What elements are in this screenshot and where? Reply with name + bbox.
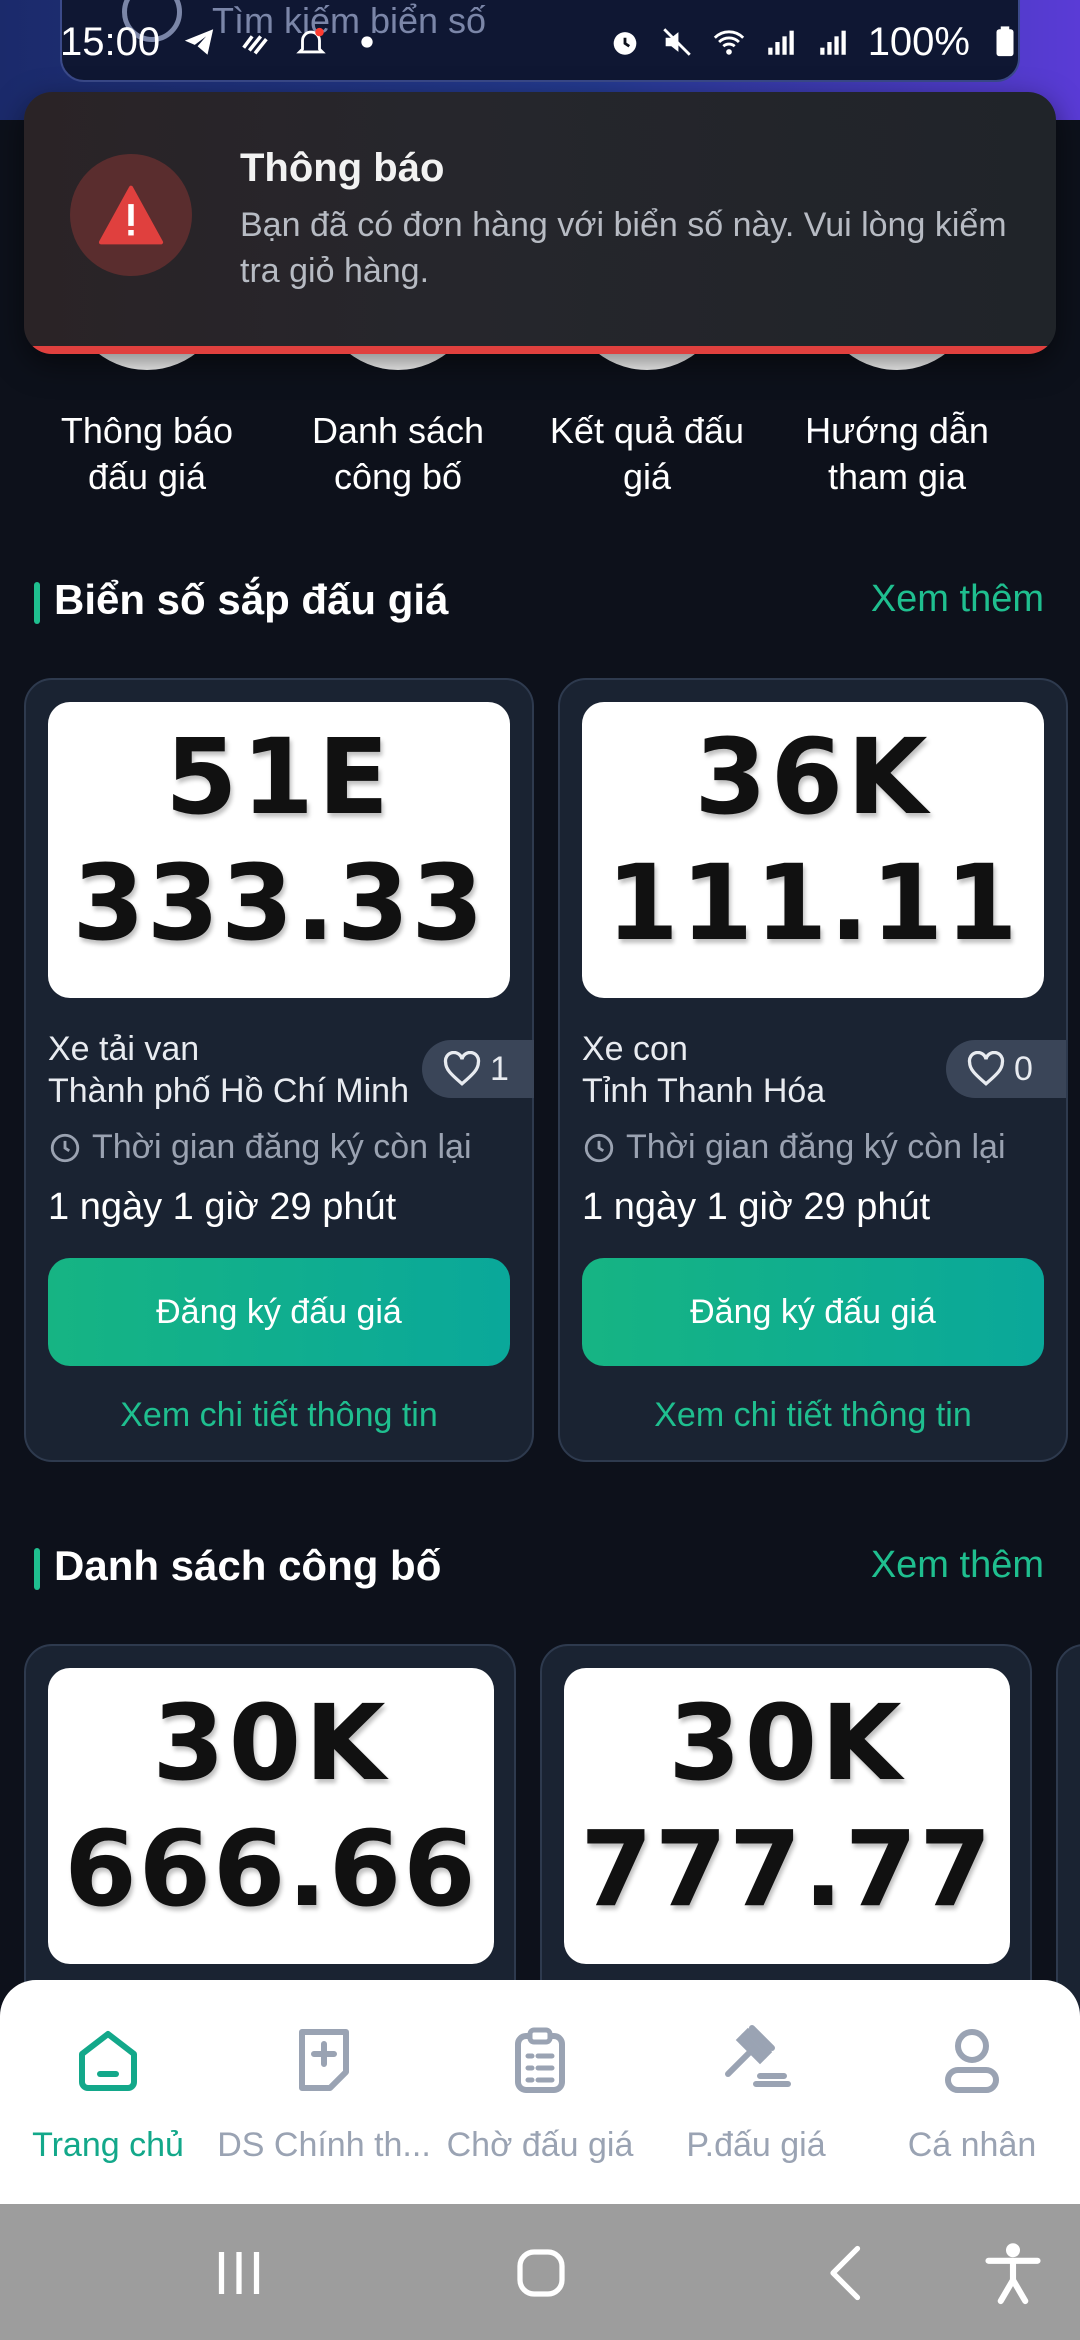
- telegram-icon: [184, 29, 214, 55]
- nav-label: Trang chủ: [32, 2126, 184, 2164]
- section-accent-bar: [34, 582, 40, 624]
- nav-auction-room[interactable]: P.đấu giá: [648, 1980, 864, 2204]
- data-saver-icon: [242, 35, 268, 55]
- back-icon[interactable]: [812, 2238, 882, 2308]
- nav-label: DS Chính th...: [217, 2126, 431, 2164]
- battery-level: 100%: [867, 19, 970, 64]
- notification-toast[interactable]: Thông báo Bạn đã có đơn hàng với biển số…: [24, 92, 1056, 354]
- status-bar: 15:00 100%: [0, 0, 1080, 84]
- nav-label: Chờ đấu giá: [446, 2126, 634, 2164]
- register-auction-button[interactable]: Đăng ký đấu giá: [48, 1258, 510, 1366]
- plate-line2: 777.77: [580, 1808, 994, 1930]
- quick-menu-label: Hướng dẫn tham gia: [805, 410, 989, 497]
- registration-time-text: Thời gian đăng ký còn lại: [92, 1128, 472, 1166]
- registration-time-text: Thời gian đăng ký còn lại: [626, 1128, 1006, 1166]
- section-title: Danh sách công bố: [54, 1542, 442, 1589]
- license-plate: 51E 333.33: [48, 702, 510, 998]
- quick-menu-label: Danh sách công bố: [311, 410, 485, 497]
- nav-label: P.đấu giá: [686, 2126, 826, 2164]
- toast-title: Thông báo: [240, 146, 445, 190]
- bottom-navigation: Trang chủ DS Chính th... Chờ đấu giá P.đ…: [0, 1980, 1080, 2204]
- heart-icon: [443, 1051, 481, 1086]
- plate-line2: 111.11: [606, 842, 1020, 964]
- notification-icons: [182, 25, 384, 59]
- nav-awaiting-auction[interactable]: Chờ đấu giá: [432, 1980, 648, 2204]
- license-plate: 30K 777.77: [564, 1668, 1010, 1964]
- like-button[interactable]: 1: [422, 1040, 534, 1098]
- license-plate: 36K 111.11: [582, 702, 1044, 998]
- wifi-icon: [713, 30, 744, 55]
- vehicle-type: Xe con: [582, 1030, 688, 1068]
- vehicle-location: Thành phố Hồ Chí Minh: [48, 1072, 409, 1110]
- nav-official-list[interactable]: DS Chính th...: [216, 1980, 432, 2204]
- clipboard-list-icon: [515, 2027, 565, 2093]
- add-note-icon: [299, 2029, 349, 2091]
- home-icon: [79, 2031, 137, 2091]
- registration-time-label: Thời gian đăng ký còn lại: [582, 1128, 1006, 1167]
- nav-profile[interactable]: Cá nhân: [864, 1980, 1080, 2204]
- recent-apps-icon[interactable]: [204, 2238, 274, 2308]
- signal-icon: [819, 30, 846, 55]
- gavel-icon: [725, 2025, 791, 2087]
- like-button[interactable]: 0: [946, 1040, 1066, 1098]
- register-auction-button[interactable]: Đăng ký đấu giá: [582, 1258, 1044, 1366]
- plate-card[interactable]: 51E 333.33 Xe tải van Thành phố Hồ Chí M…: [24, 678, 534, 1462]
- plate-line2: 333.33: [72, 842, 486, 964]
- alarm-icon: [613, 32, 637, 55]
- system-navigation-bar: [0, 2204, 1080, 2340]
- vehicle-location: Tỉnh Thanh Hóa: [582, 1072, 826, 1110]
- registration-time-label: Thời gian đăng ký còn lại: [48, 1128, 472, 1167]
- quick-menu-label: Kết quả đấu giá: [549, 410, 745, 497]
- nav-home[interactable]: Trang chủ: [0, 1980, 216, 2204]
- warning-badge: [70, 154, 192, 276]
- warning-icon: [98, 185, 164, 245]
- clock-icon: [584, 1133, 614, 1162]
- plate-line1: 51E: [165, 716, 393, 838]
- bell-icon: [296, 27, 326, 54]
- status-time: 15:00: [60, 19, 161, 64]
- view-details-link[interactable]: Xem chi tiết thông tin: [26, 1396, 532, 1435]
- plate-line1: 30K: [668, 1682, 906, 1804]
- signal-icon: [767, 30, 794, 55]
- plate-line1: 36K: [694, 716, 932, 838]
- section-upcoming-header: Biển số sắp đấu giá Xem thêm: [0, 572, 1080, 632]
- clock-icon: [50, 1133, 80, 1162]
- home-button-icon[interactable]: [506, 2238, 576, 2308]
- see-more-link[interactable]: Xem thêm: [871, 578, 1044, 621]
- countdown: 1 ngày 1 giờ 29 phút: [48, 1186, 397, 1228]
- plate-line1: 30K: [152, 1682, 390, 1804]
- user-icon: [945, 2029, 999, 2093]
- toast-message: Bạn đã có đơn hàng với biển số này. Vui …: [240, 206, 1007, 290]
- vehicle-type: Xe tải van: [48, 1030, 200, 1068]
- see-more-link[interactable]: Xem thêm: [871, 1544, 1044, 1587]
- plate-card[interactable]: 36K 111.11 Xe con Tỉnh Thanh Hóa 0 Thời …: [558, 678, 1068, 1462]
- section-published-header: Danh sách công bố Xem thêm: [0, 1538, 1080, 1598]
- accessibility-icon[interactable]: [978, 2238, 1048, 2308]
- plate-line2: 666.66: [64, 1808, 478, 1930]
- license-plate: 30K 666.66: [48, 1668, 494, 1964]
- section-accent-bar: [34, 1548, 40, 1590]
- battery-icon: [996, 26, 1014, 57]
- heart-icon: [967, 1051, 1005, 1086]
- view-details-link[interactable]: Xem chi tiết thông tin: [560, 1396, 1066, 1435]
- quick-menu-label: Thông báo đấu giá: [60, 410, 234, 497]
- section-title: Biển số sắp đấu giá: [54, 576, 449, 623]
- like-count: 0: [1014, 1049, 1033, 1088]
- system-icons: 100%: [608, 20, 1022, 65]
- mute-icon: [662, 28, 691, 56]
- dot-icon: [361, 36, 373, 48]
- countdown: 1 ngày 1 giờ 29 phút: [582, 1186, 931, 1228]
- nav-label: Cá nhân: [907, 2126, 1037, 2164]
- like-count: 1: [490, 1049, 509, 1088]
